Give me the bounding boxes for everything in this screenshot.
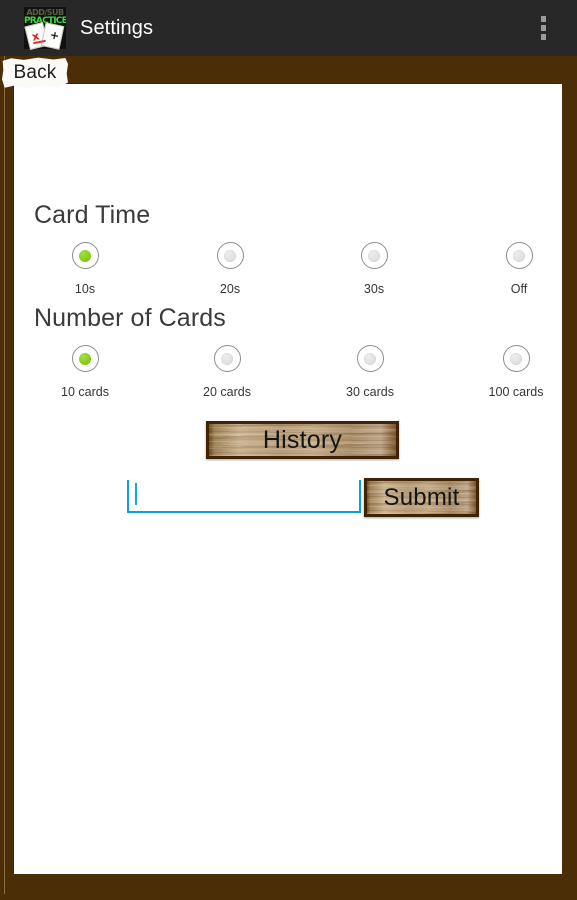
radio-circle-icon — [505, 242, 533, 269]
radio-dot-icon — [221, 352, 233, 365]
radio-label: 10s — [74, 282, 96, 296]
radio-label: 100 cards — [488, 385, 544, 399]
settings-content-panel: Card Time 10s 20s 30s Off Number of Card… — [14, 84, 562, 874]
app-icon: ADD/SUB PRACTICE x + — [24, 7, 66, 50]
overflow-dot-1 — [540, 16, 546, 22]
back-button[interactable]: Back — [2, 57, 68, 89]
submit-button-label: Submit — [383, 483, 460, 511]
radio-option-cards-30[interactable]: 30 cards — [315, 345, 425, 399]
radio-dot-icon — [510, 352, 522, 365]
radio-option-card-time-off[interactable]: Off — [464, 242, 574, 296]
radio-option-card-time-20s[interactable]: 20s — [175, 242, 285, 296]
radio-dot-icon — [79, 249, 91, 262]
radio-label: 20s — [219, 282, 241, 296]
radio-label: 30s — [363, 282, 385, 296]
radio-option-card-time-30s[interactable]: 30s — [319, 242, 429, 296]
radio-option-cards-10[interactable]: 10 cards — [30, 345, 140, 399]
radio-option-card-time-10s[interactable]: 10s — [30, 242, 140, 296]
action-bar: ADD/SUB PRACTICE x + Settings — [0, 0, 577, 56]
card-time-heading: Card Time — [34, 201, 151, 229]
radio-dot-icon — [513, 249, 525, 262]
radio-circle-icon — [356, 345, 384, 372]
radio-option-cards-100[interactable]: 100 cards — [461, 345, 571, 399]
overflow-menu-icon[interactable] — [525, 0, 561, 56]
radio-circle-icon — [213, 345, 241, 372]
wooden-frame: Card Time 10s 20s 30s Off Number of Card… — [0, 56, 577, 900]
radio-dot-icon — [368, 249, 380, 262]
radio-circle-icon — [502, 345, 530, 372]
radio-label: 30 cards — [346, 385, 394, 399]
radio-label: 20 cards — [203, 385, 251, 399]
page-title: Settings — [80, 16, 154, 39]
radio-dot-icon — [224, 249, 236, 262]
radio-option-cards-20[interactable]: 20 cards — [172, 345, 282, 399]
number-of-cards-heading: Number of Cards — [34, 304, 226, 332]
radio-dot-icon — [79, 352, 91, 365]
answer-input[interactable] — [127, 480, 361, 513]
radio-label: Off — [510, 282, 528, 296]
radio-circle-icon — [360, 242, 388, 269]
answer-input-wrapper — [127, 480, 361, 513]
radio-circle-icon — [71, 345, 99, 372]
radio-dot-icon — [364, 352, 376, 365]
submit-button[interactable]: Submit — [364, 478, 479, 517]
radio-circle-icon — [216, 242, 244, 269]
overflow-dot-3 — [540, 34, 546, 40]
radio-circle-icon — [71, 242, 99, 269]
back-button-label: Back — [13, 62, 57, 83]
history-button[interactable]: History — [206, 421, 399, 459]
radio-label: 10 cards — [61, 385, 109, 399]
overflow-dot-2 — [540, 25, 546, 31]
text-cursor — [135, 483, 137, 505]
history-button-label: History — [262, 425, 343, 454]
